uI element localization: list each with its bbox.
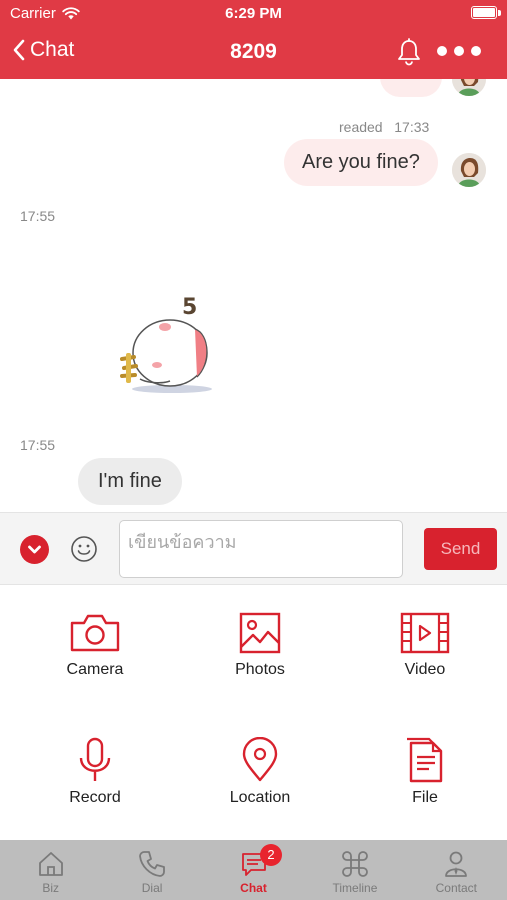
photo-icon: [239, 612, 281, 654]
tab-chat[interactable]: Chat: [203, 840, 304, 900]
contact-icon: [445, 851, 468, 877]
attach-label: Video: [404, 661, 446, 678]
svg-text:5: 5: [182, 295, 197, 320]
incoming-message[interactable]: I'm fine: [78, 458, 182, 505]
status-time: 6:29 PM: [225, 5, 282, 22]
status-bar: Carrier 6:29 PM: [0, 0, 507, 28]
attach-label: Record: [69, 789, 121, 806]
tab-label: Dial: [141, 881, 163, 895]
battery-tip: [498, 10, 501, 16]
bell-icon[interactable]: [396, 38, 422, 66]
attach-label: Photos: [235, 661, 285, 678]
message-composer: Send: [0, 512, 507, 585]
attach-location-button[interactable]: Location: [195, 737, 325, 807]
home-icon: [38, 852, 63, 876]
previous-message-bubble: [380, 79, 442, 97]
send-button[interactable]: Send: [424, 528, 497, 570]
tab-biz[interactable]: Biz: [0, 840, 101, 900]
attach-file-button[interactable]: File: [360, 737, 490, 807]
video-icon: [400, 612, 450, 654]
battery-icon: [471, 6, 497, 19]
sticker-image[interactable]: 5: [112, 289, 217, 394]
camera-icon: [70, 614, 120, 652]
attach-record-button[interactable]: Record: [30, 737, 160, 807]
tab-contact[interactable]: Contact: [406, 840, 507, 900]
tab-timeline[interactable]: Timeline: [304, 840, 405, 900]
attach-photos-button[interactable]: Photos: [195, 611, 325, 679]
chevron-down-icon: [28, 545, 41, 554]
attach-label: Camera: [66, 661, 124, 678]
nav-bar: Chat 8209: [0, 28, 507, 79]
emoji-icon[interactable]: [69, 534, 99, 564]
attach-label: File: [412, 789, 438, 806]
user-avatar-icon: [452, 79, 486, 96]
tab-label: Contact: [435, 881, 477, 895]
file-icon: [407, 737, 443, 783]
location-pin-icon: [242, 737, 278, 782]
message-list[interactable]: readed 17:33 Are you fine? 17:55 5 17:55…: [0, 79, 507, 512]
collapse-panel-button[interactable]: [20, 535, 49, 564]
tab-label: Chat: [240, 881, 267, 895]
avatar: [452, 153, 486, 187]
user-avatar-icon: [452, 153, 486, 187]
read-receipt: readed 17:33: [339, 119, 429, 135]
phone-icon: [139, 851, 166, 877]
microphone-icon: [79, 737, 111, 781]
tab-bar: Biz Dial Chat Timeline Contact 2: [0, 840, 507, 900]
avatar: [452, 79, 486, 96]
attachment-panel: Camera Photos Video Record Location File: [0, 585, 507, 840]
attach-label: Location: [229, 789, 291, 806]
more-options-button[interactable]: [437, 46, 481, 56]
dot: [471, 46, 481, 56]
message-time: 17:33: [394, 119, 430, 135]
app-header: Carrier 6:29 PM Chat 8209: [0, 0, 507, 79]
message-time: 17:55: [20, 208, 56, 224]
tab-label: Timeline: [332, 881, 378, 895]
unread-badge: 2: [260, 844, 282, 866]
message-input[interactable]: [119, 520, 403, 578]
chat-title: 8209: [230, 40, 277, 63]
attach-video-button[interactable]: Video: [360, 611, 490, 679]
dot: [437, 46, 447, 56]
read-status: readed: [339, 119, 383, 135]
attach-camera-button[interactable]: Camera: [30, 611, 160, 679]
tab-label: Biz: [42, 881, 60, 895]
message-time: 17:55: [20, 437, 56, 453]
tab-dial[interactable]: Dial: [101, 840, 202, 900]
dot: [454, 46, 464, 56]
command-icon: [342, 851, 368, 877]
outgoing-message[interactable]: Are you fine?: [284, 139, 438, 186]
